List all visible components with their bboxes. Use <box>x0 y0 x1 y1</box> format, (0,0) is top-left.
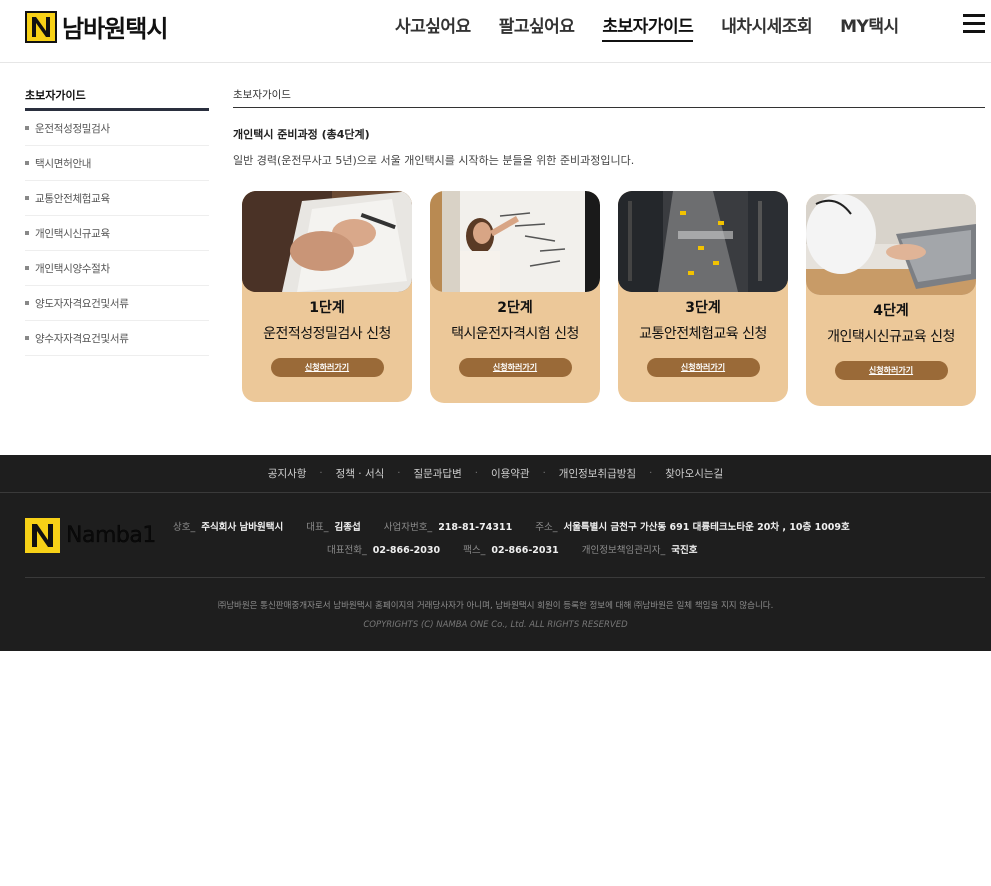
bullet-icon <box>25 161 29 165</box>
site-header: 남바원택시 사고싶어요 팔고싶어요 초보자가이드 내차시세조회 MY택시 <box>0 0 991 63</box>
step-number: 3단계 <box>685 300 721 316</box>
logo-n-icon <box>25 10 57 43</box>
section-title: 개인택시 준비과정 (총4단계) <box>233 128 370 141</box>
step-number: 4단계 <box>873 303 909 319</box>
step-name: 택시운전자격시험 신청 <box>451 326 579 342</box>
bullet-icon <box>25 196 29 200</box>
apply-button[interactable]: 신청하러가기 <box>458 358 572 377</box>
sidebar-item-label: 양도자자격요건및서류 <box>35 297 129 310</box>
footer-link-notice[interactable]: 공지사항 <box>268 466 307 481</box>
step-card-1: 1단계 운전적성정밀검사 신청 신청하러가기 <box>242 191 412 402</box>
footer-separator: · <box>474 468 478 479</box>
ceo-name: 김종섭 <box>334 522 361 533</box>
biz-no-label: 사업자번호_ <box>383 522 433 533</box>
footer-link-qna[interactable]: 질문과답변 <box>413 466 461 481</box>
city-traffic-photo <box>618 191 788 292</box>
bullet-icon <box>25 266 29 270</box>
bullet-icon <box>25 126 29 130</box>
address-label: 주소_ <box>535 522 558 533</box>
phone: 02-866-2030 <box>372 545 441 556</box>
footer-logo: Namba1 <box>25 518 156 553</box>
site-logo[interactable]: 남바원택시 <box>25 9 168 44</box>
apply-button[interactable]: 신청하러가기 <box>834 361 948 380</box>
footer-link-directions[interactable]: 찾아오시는길 <box>665 466 723 481</box>
privacy-officer-label: 개인정보책임관리자_ <box>581 545 666 556</box>
sidebar-item-label: 개인택시양수절차 <box>35 262 110 275</box>
footer-copyright: COPYRIGHTS (C) NAMBA ONE Co., Ltd. ALL R… <box>363 620 628 630</box>
sidebar-item-label: 개인택시신규교육 <box>35 227 110 240</box>
fax: 02-866-2031 <box>491 545 559 556</box>
sidebar-item-new-education[interactable]: 개인택시신규교육 <box>25 216 209 251</box>
footer-divider <box>25 577 985 578</box>
menu-bar <box>963 22 985 25</box>
main-content: 초보자가이드 개인택시 준비과정 (총4단계) 일반 경력(운전무사고 5년)으… <box>233 87 985 168</box>
sidebar-title: 초보자가이드 <box>25 87 209 111</box>
step-name: 개인택시신규교육 신청 <box>827 329 955 345</box>
step-name: 운전적성정밀검사 신청 <box>263 326 391 342</box>
section-description: 일반 경력(운전무사고 5년)으로 서울 개인택시를 시작하는 분들을 위한 준… <box>233 154 635 167</box>
address: 서울특별시 금천구 가산동 691 대륭테크노타운 20차 , 10층 1009… <box>563 522 850 533</box>
step-number: 1단계 <box>309 300 345 316</box>
nav-beginner-guide[interactable]: 초보자가이드 <box>602 12 694 42</box>
company-label: 상호_ <box>173 522 196 533</box>
biz-no: 218-81-74311 <box>438 522 513 533</box>
bullet-icon <box>25 301 29 305</box>
footer-links: 공지사항 · 정책 · 서식 · 질문과답변 · 이용약관 · 개인정보취급방침… <box>0 455 991 493</box>
apply-button[interactable]: 신청하러가기 <box>270 358 384 377</box>
laptop-typing-photo <box>806 194 976 295</box>
bullet-icon <box>25 336 29 340</box>
menu-bar <box>963 14 985 17</box>
step-card-2: 2단계 택시운전자격시험 신청 신청하러가기 <box>430 191 600 403</box>
sidebar-item-label: 양수자자격요건및서류 <box>35 332 129 345</box>
sidebar-item-label: 교통안전체험교육 <box>35 192 110 205</box>
sidebar-item-buyer-requirements[interactable]: 양수자자격요건및서류 <box>25 321 209 356</box>
breadcrumb: 초보자가이드 <box>233 87 985 108</box>
footer-separator: · <box>319 468 323 479</box>
nav-price-check[interactable]: 내차시세조회 <box>721 12 812 42</box>
step-card-4: 4단계 개인택시신규교육 신청 신청하러가기 <box>806 194 976 406</box>
footer-link-privacy[interactable]: 개인정보취급방침 <box>559 466 636 481</box>
footer-separator: · <box>542 468 546 479</box>
footer-disclaimer: ㈜남바원은 통신판매중개자로서 남바원택시 홈페이지의 거래당사자가 아니며, … <box>217 601 774 611</box>
apply-button[interactable]: 신청하러가기 <box>646 358 760 377</box>
sidebar-item-aptitude-test[interactable]: 운전적성정밀검사 <box>25 111 209 146</box>
hamburger-menu-icon[interactable] <box>963 14 985 34</box>
fax-label: 팩스_ <box>463 545 486 556</box>
menu-bar <box>963 30 985 33</box>
company-info-line-2: 대표전화_ 02-866-2030 팩스_ 02-866-2031 개인정보책임관리… <box>327 542 717 556</box>
bullet-icon <box>25 231 29 235</box>
company-info-line-1: 상호_ 주식회사 남바원택시 대표_ 김종섭 사업자번호_ 218-81-74311 … <box>173 519 870 533</box>
sidebar-item-label: 택시면허안내 <box>35 157 92 170</box>
footer-separator: · <box>397 468 401 479</box>
footer-separator: · <box>649 468 653 479</box>
sidebar-item-safety-education[interactable]: 교통안전체험교육 <box>25 181 209 216</box>
sidebar-item-license-info[interactable]: 택시면허안내 <box>25 146 209 181</box>
sidebar-item-seller-requirements[interactable]: 양도자자격요건및서류 <box>25 286 209 321</box>
nav-my-taxi[interactable]: MY택시 <box>840 12 899 42</box>
company-name: 주식회사 남바원택시 <box>201 522 284 533</box>
nav-sell[interactable]: 팔고싶어요 <box>499 12 575 42</box>
ceo-label: 대표_ <box>306 522 329 533</box>
phone-label: 대표전화_ <box>327 545 367 556</box>
sidebar-item-label: 운전적성정밀검사 <box>35 122 110 135</box>
logo-text: 남바원택시 <box>62 15 168 43</box>
main-nav: 사고싶어요 팔고싶어요 초보자가이드 내차시세조회 MY택시 <box>395 12 927 42</box>
sidebar-item-transfer-procedure[interactable]: 개인택시양수절차 <box>25 251 209 286</box>
site-footer: 공지사항 · 정책 · 서식 · 질문과답변 · 이용약관 · 개인정보취급방침… <box>0 455 991 651</box>
nav-buy[interactable]: 사고싶어요 <box>395 12 471 42</box>
footer-logo-text: Namba1 <box>66 523 157 548</box>
writing-photo <box>242 191 412 292</box>
logo-n-icon <box>25 518 60 553</box>
step-name: 교통안전체험교육 신청 <box>639 326 767 342</box>
footer-link-policy[interactable]: 정책 · 서식 <box>336 466 385 481</box>
sidebar: 초보자가이드 운전적성정밀검사 택시면허안내 교통안전체험교육 개인택시신규교육… <box>25 87 209 356</box>
footer-link-terms[interactable]: 이용약관 <box>491 466 530 481</box>
step-number: 2단계 <box>497 300 533 316</box>
step-card-3: 3단계 교통안전체험교육 신청 신청하러가기 <box>618 191 788 402</box>
privacy-officer: 국진호 <box>671 545 698 556</box>
whiteboard-photo <box>430 191 600 292</box>
